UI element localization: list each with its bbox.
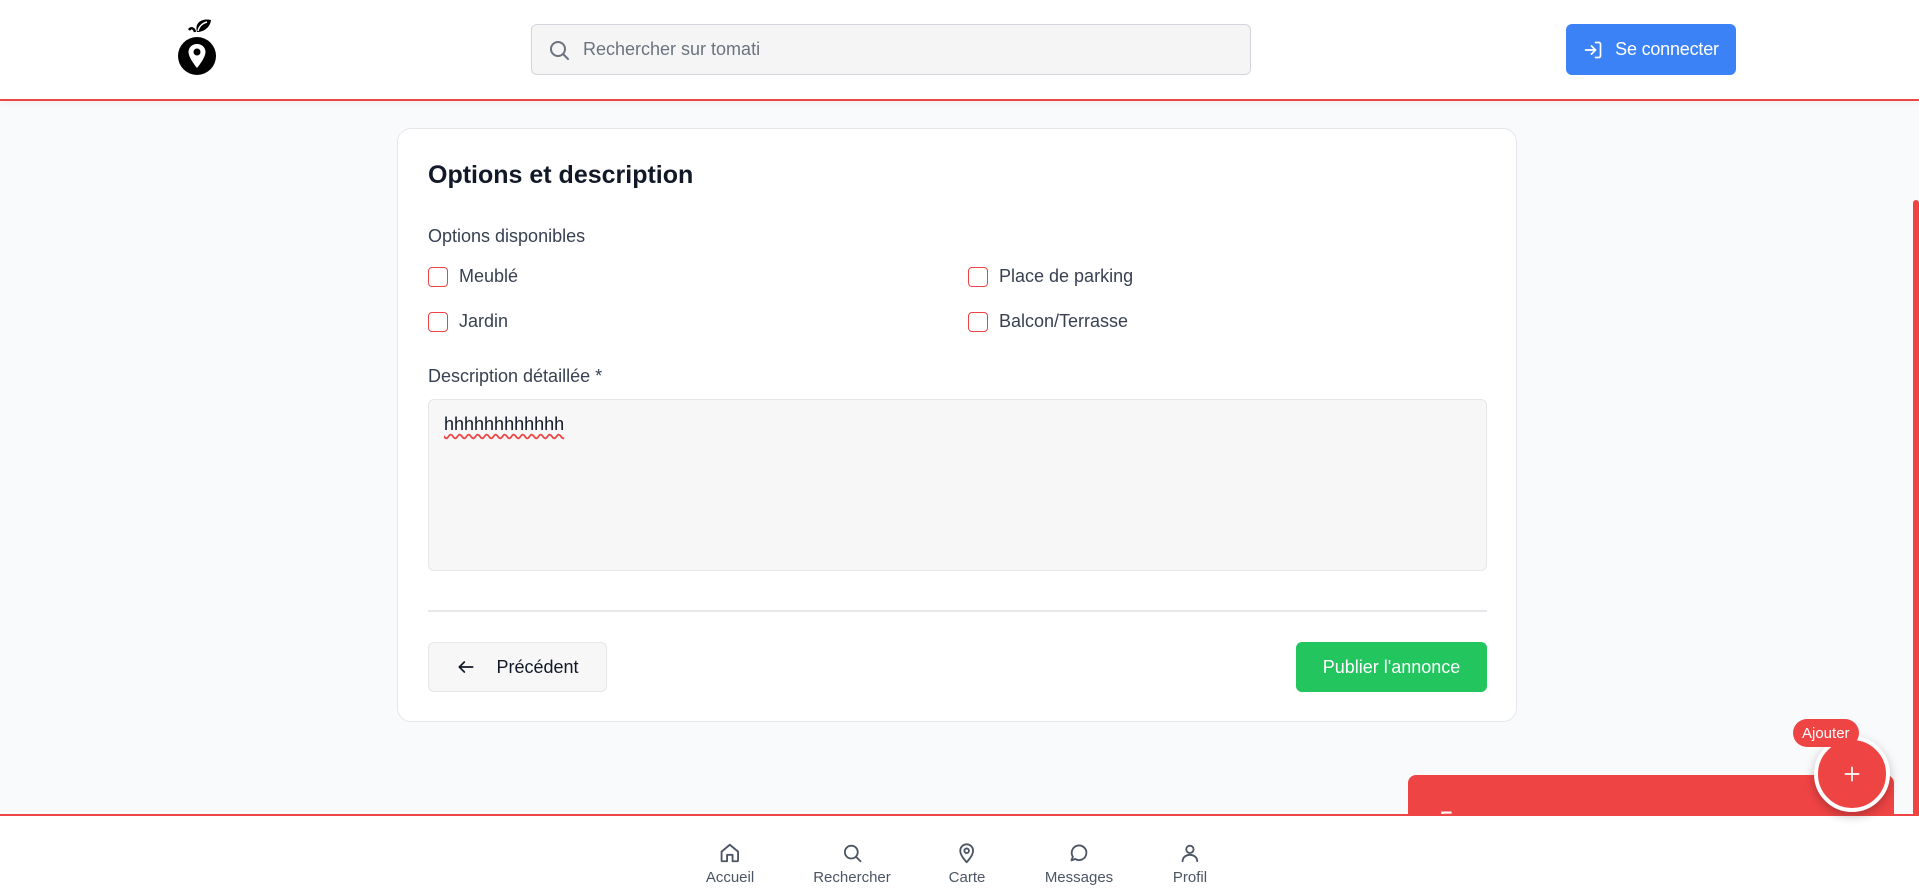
- options-description-card: Options et description Options disponibl…: [397, 128, 1517, 722]
- login-label: Se connecter: [1615, 39, 1719, 59]
- option-balcon-terrasse[interactable]: Balcon/Terrasse: [968, 311, 1128, 332]
- app-logo-icon[interactable]: [177, 18, 217, 78]
- add-badge: Ajouter: [1793, 719, 1859, 747]
- search-bar[interactable]: [531, 24, 1251, 75]
- checkbox[interactable]: [428, 311, 448, 332]
- arrow-left-icon: [456, 657, 476, 677]
- search-input[interactable]: [583, 39, 1223, 60]
- description-textarea[interactable]: hhhhhhhhhhhh: [428, 399, 1487, 571]
- nav-label: Carte: [948, 869, 986, 886]
- options-label: Options disponibles: [428, 226, 586, 246]
- description-value: hhhhhhhhhhhh: [444, 414, 565, 434]
- search-icon: [841, 842, 863, 864]
- home-icon: [719, 842, 741, 864]
- checkbox[interactable]: [428, 266, 448, 287]
- nav-label: Rechercher: [813, 869, 891, 886]
- nav-item-carte[interactable]: Carte: [948, 842, 986, 886]
- option-meuble[interactable]: Meublé: [428, 266, 518, 287]
- publish-label: Publier l'annonce: [1322, 656, 1461, 677]
- nav-label: Profil: [1172, 869, 1208, 886]
- search-icon: [547, 38, 571, 62]
- nav-item-profil[interactable]: Profil: [1173, 842, 1207, 886]
- top-header: Se connecter: [0, 0, 1919, 101]
- publish-button[interactable]: Publier l'annonce: [1296, 642, 1487, 692]
- user-icon: [1179, 842, 1201, 864]
- plus-icon: [1842, 764, 1862, 784]
- option-label: Place de parking: [999, 266, 1134, 286]
- bottom-navigation: Accueil Rechercher Carte Messages Profil: [0, 814, 1919, 893]
- checkbox[interactable]: [968, 266, 988, 287]
- nav-label: Messages: [1044, 869, 1114, 886]
- login-arrow-icon: [1583, 40, 1603, 60]
- checkbox[interactable]: [968, 311, 988, 332]
- add-fab-button[interactable]: [1814, 736, 1890, 812]
- nav-item-rechercher[interactable]: Rechercher: [813, 842, 891, 886]
- previous-button[interactable]: Précédent: [428, 642, 607, 692]
- option-label: Jardin: [459, 311, 509, 331]
- scrollbar[interactable]: [1913, 200, 1919, 816]
- nav-item-messages[interactable]: Messages: [1045, 842, 1113, 886]
- divider: [428, 610, 1487, 612]
- nav-label: Accueil: [705, 869, 755, 886]
- chat-bubble-icon: [1068, 842, 1090, 864]
- nav-item-accueil[interactable]: Accueil: [706, 842, 754, 886]
- option-label: Balcon/Terrasse: [999, 311, 1129, 331]
- option-jardin[interactable]: Jardin: [428, 311, 508, 332]
- map-pin-icon: [956, 842, 978, 864]
- option-label: Meublé: [459, 266, 519, 286]
- previous-label: Précédent: [496, 656, 579, 677]
- description-label: Description détaillée *: [428, 366, 603, 386]
- card-title: Options et description: [428, 161, 694, 189]
- option-place-de-parking[interactable]: Place de parking: [968, 266, 1133, 287]
- login-button[interactable]: Se connecter: [1566, 24, 1736, 75]
